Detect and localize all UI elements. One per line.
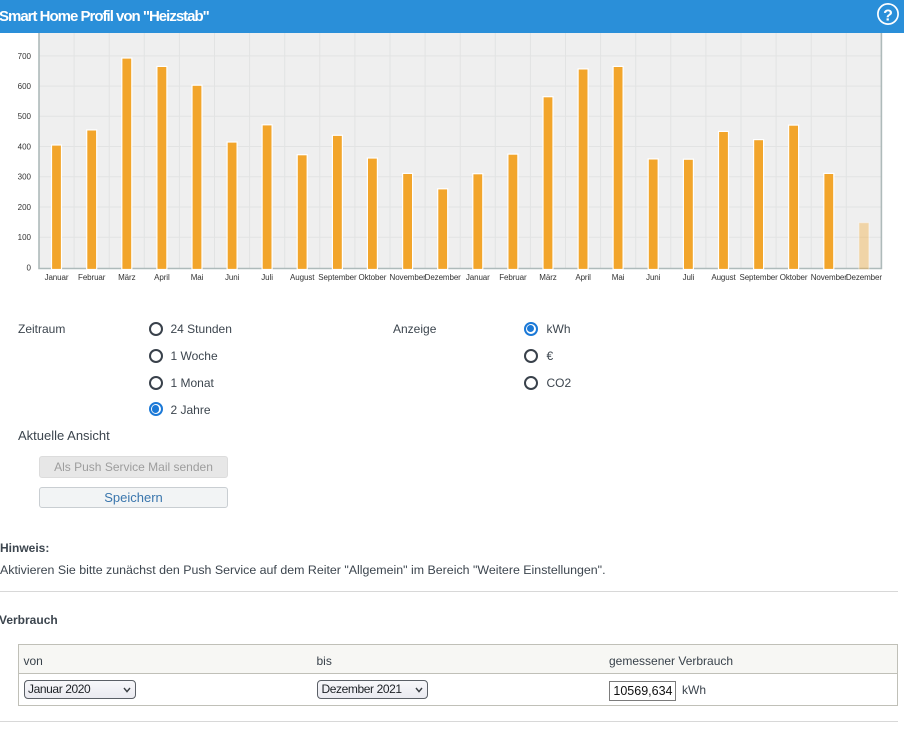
svg-text:Juli: Juli <box>261 273 273 282</box>
svg-text:Januar: Januar <box>466 273 490 282</box>
svg-text:Februar: Februar <box>78 273 106 282</box>
svg-text:April: April <box>575 273 591 282</box>
svg-text:Juli: Juli <box>683 273 695 282</box>
svg-text:Juni: Juni <box>225 273 240 282</box>
svg-text:September: September <box>739 273 778 282</box>
svg-text:November: November <box>811 273 848 282</box>
svg-text:Mai: Mai <box>191 273 204 282</box>
svg-text:300: 300 <box>18 173 32 182</box>
svg-text:500: 500 <box>18 112 32 121</box>
svg-text:700: 700 <box>18 52 32 61</box>
svg-text:September: September <box>318 273 357 282</box>
svg-text:Februar: Februar <box>499 273 527 282</box>
svg-text:Dezember: Dezember <box>846 273 883 282</box>
svg-text:April: April <box>154 273 170 282</box>
svg-text:August: August <box>711 273 736 282</box>
svg-text:?: ? <box>883 7 893 24</box>
svg-text:0: 0 <box>27 263 32 272</box>
svg-text:Mai: Mai <box>612 273 625 282</box>
svg-text:Juni: Juni <box>646 273 661 282</box>
svg-text:Januar: Januar <box>45 273 69 282</box>
svg-text:November: November <box>390 273 427 282</box>
svg-text:600: 600 <box>18 82 32 91</box>
svg-text:200: 200 <box>18 203 32 212</box>
svg-text:März: März <box>539 273 556 282</box>
svg-text:400: 400 <box>18 142 32 151</box>
svg-text:März: März <box>118 273 135 282</box>
svg-text:Oktober: Oktober <box>780 273 808 282</box>
svg-text:100: 100 <box>18 233 32 242</box>
svg-text:August: August <box>290 273 315 282</box>
svg-text:Dezember: Dezember <box>425 273 462 282</box>
svg-text:Oktober: Oktober <box>359 273 387 282</box>
